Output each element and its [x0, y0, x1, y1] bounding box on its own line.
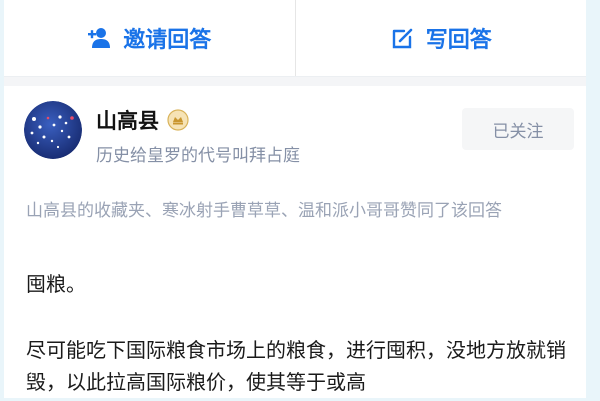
- right-edge: [586, 0, 600, 401]
- screen: 邀请回答 写回答 山高县 历史给皇罗的代号叫拜占庭 已关注 山高县的收藏夹、寒冰…: [0, 0, 600, 401]
- add-user-icon: [87, 25, 113, 51]
- write-answer-label: 写回答: [425, 28, 492, 53]
- invite-answer-label: 邀请回答: [123, 28, 212, 53]
- section-separator: [4, 76, 586, 86]
- follow-button[interactable]: 已关注: [462, 108, 574, 150]
- liked-by-text[interactable]: 山高县的收藏夹、寒冰射手曹草草、温和派小哥哥赞同了该回答: [26, 198, 576, 225]
- answer-paragraph: 尽可能吃下国际粮食市场上的粮食，进行囤积，没地方放就销毁，以此拉高国际粮价，使其…: [26, 338, 566, 394]
- invite-answer-button[interactable]: 邀请回答: [4, 0, 295, 76]
- action-bar: 邀请回答 写回答: [4, 0, 586, 76]
- author-name[interactable]: 山高县: [96, 105, 159, 135]
- author-bio: 历史给皇罗的代号叫拜占庭: [96, 146, 300, 166]
- answer-paragraph: 囤粮。: [26, 272, 86, 296]
- author-name-row: 山高县: [96, 105, 189, 135]
- write-answer-button[interactable]: 写回答: [296, 0, 587, 76]
- avatar[interactable]: [24, 101, 82, 159]
- edit-icon: [390, 25, 416, 51]
- answer-card: 山高县 历史给皇罗的代号叫拜占庭 已关注 山高县的收藏夹、寒冰射手曹草草、温和派…: [4, 86, 586, 398]
- verified-badge-icon: [167, 109, 189, 131]
